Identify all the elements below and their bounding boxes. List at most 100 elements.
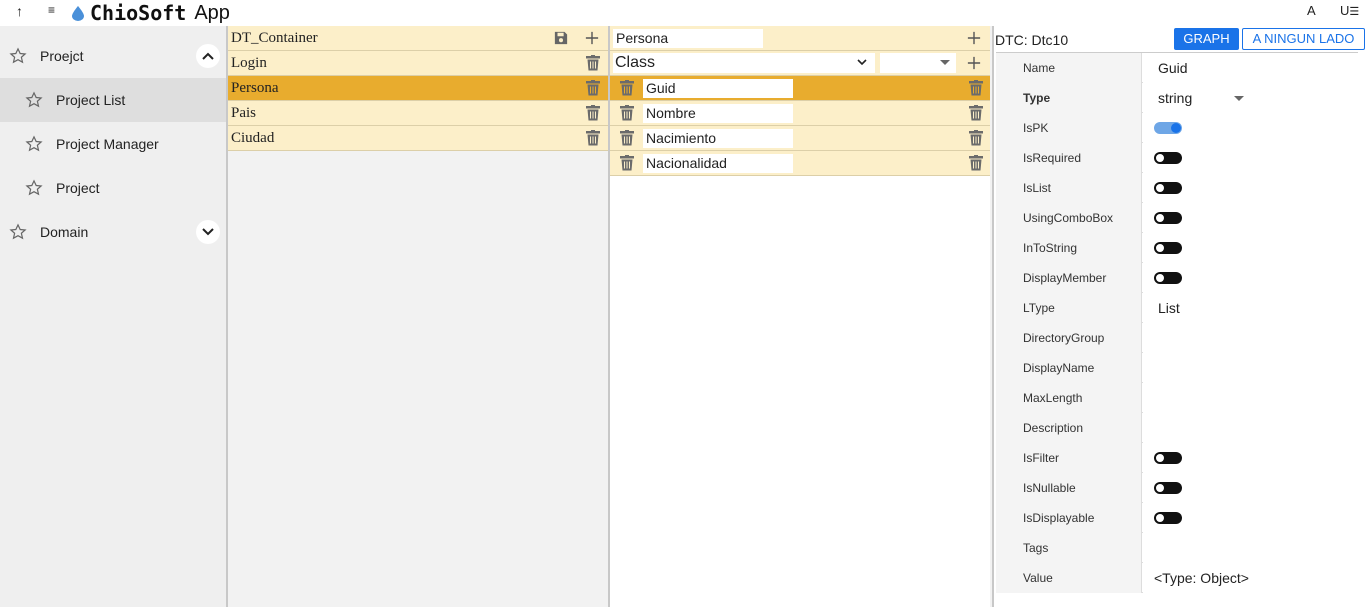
trash-icon[interactable] [620, 130, 634, 146]
prop-row-type: Type string [996, 83, 1358, 113]
field-row-selected[interactable]: Guid [610, 76, 990, 101]
prop-row-isrequired: IsRequired [996, 143, 1358, 173]
kind-select[interactable]: Class [613, 53, 875, 73]
sidebar-item-label: Project Manager [56, 136, 159, 152]
star-icon [25, 135, 43, 152]
chevron-down-icon[interactable] [196, 220, 220, 244]
toggle-switch[interactable] [1154, 452, 1182, 464]
trash-icon[interactable] [969, 155, 983, 171]
field-row[interactable]: Nombre [610, 101, 990, 126]
toggle-switch[interactable] [1154, 512, 1182, 524]
chevron-up-icon[interactable] [196, 44, 220, 68]
prop-value-input[interactable] [1143, 533, 1358, 563]
field-name-input[interactable]: Nombre [643, 104, 793, 123]
sidebar-item-domain[interactable]: Domain [0, 210, 226, 254]
trash-icon[interactable] [969, 105, 983, 121]
toggle-switch[interactable] [1154, 122, 1182, 134]
add-icon[interactable] [967, 55, 981, 71]
prop-value-input[interactable] [1143, 413, 1358, 443]
prop-key: InToString [996, 233, 1142, 263]
containers-panel: DT_Container Login Persona Pais Ciudad [226, 26, 608, 607]
prop-value-input[interactable]: <Type: Object> [1143, 563, 1358, 593]
add-icon[interactable] [967, 30, 981, 46]
trash-icon[interactable] [620, 105, 634, 121]
font-size-button[interactable]: A [1307, 3, 1316, 18]
user-button[interactable]: U☰ [1340, 3, 1359, 18]
droplet-icon [72, 5, 84, 21]
trash-icon[interactable] [586, 55, 600, 71]
panel-title: DT_Container [231, 30, 318, 46]
members-panel: Persona Class Guid Nombre Nacimiento Nac… [608, 26, 992, 607]
toggle-switch[interactable] [1154, 482, 1182, 494]
sidebar-item-label: Project List [56, 92, 126, 108]
prop-type-select[interactable]: string [1143, 83, 1358, 113]
field-name-input[interactable]: Guid [643, 79, 793, 98]
prop-row-directorygroup: DirectoryGroup [996, 323, 1358, 353]
prop-row-ispk: IsPK [996, 113, 1358, 143]
toggle-switch[interactable] [1154, 152, 1182, 164]
trash-icon[interactable] [969, 80, 983, 96]
side-button[interactable]: A NINGUN LADO [1242, 28, 1365, 50]
prop-row-value: Value <Type: Object> [996, 563, 1358, 593]
prop-key: Name [996, 53, 1142, 83]
field-name-input[interactable]: Nacimiento [643, 129, 793, 148]
prop-row-intostring: InToString [996, 233, 1358, 263]
prop-row-usingcombobox: UsingComboBox [996, 203, 1358, 233]
prop-value-input[interactable] [1143, 323, 1358, 353]
sidebar-item-project-group[interactable]: Proejct [0, 34, 226, 78]
save-icon[interactable] [554, 30, 568, 46]
field-row[interactable]: Nacimiento [610, 126, 990, 151]
prop-value-input[interactable] [1143, 353, 1358, 383]
kind-select-value: Class [615, 54, 656, 71]
kind-row: Class [610, 51, 990, 76]
top-bar: ↑ ≡ ChioSoft App A U☰ [0, 0, 1366, 26]
toggle-switch[interactable] [1154, 272, 1182, 284]
star-icon [9, 47, 27, 64]
caret-down-icon [1234, 96, 1244, 101]
hamburger-icon[interactable]: ≡ [48, 3, 55, 17]
toggle-switch[interactable] [1154, 212, 1182, 224]
prop-value-input[interactable] [1143, 383, 1358, 413]
prop-ltype-value[interactable]: List [1143, 293, 1358, 323]
prop-row-tags: Tags [996, 533, 1358, 563]
prop-key: DisplayMember [996, 263, 1142, 293]
trash-icon[interactable] [620, 80, 634, 96]
add-icon[interactable] [585, 30, 599, 46]
field-row[interactable]: Nacionalidad [610, 151, 990, 176]
trash-icon[interactable] [586, 130, 600, 146]
list-item[interactable]: Ciudad [228, 126, 608, 151]
trash-icon[interactable] [586, 105, 600, 121]
arrow-up-icon[interactable]: ↑ [16, 3, 23, 19]
prop-row-displaymember: DisplayMember [996, 263, 1358, 293]
list-item[interactable]: Login [228, 51, 608, 76]
trash-icon[interactable] [969, 130, 983, 146]
field-name-input[interactable]: Nacionalidad [643, 154, 793, 173]
graph-button[interactable]: GRAPH [1174, 28, 1239, 50]
members-header: Persona [610, 26, 990, 51]
sidebar-item-project-list[interactable]: Project List [0, 78, 226, 122]
toggle-switch[interactable] [1154, 242, 1182, 254]
prop-key: Value [996, 563, 1142, 593]
list-item[interactable]: Pais [228, 101, 608, 126]
entity-name-input[interactable]: Persona [613, 29, 763, 48]
sidebar-item-label: Project [56, 180, 100, 196]
prop-key: IsList [996, 173, 1142, 203]
sidebar-item-project-manager[interactable]: Project Manager [0, 122, 226, 166]
prop-row-isnullable: IsNullable [996, 473, 1358, 503]
prop-name-input[interactable]: Guid [1143, 53, 1358, 83]
prop-key: MaxLength [996, 383, 1142, 413]
caret-down-icon [940, 60, 950, 65]
type-select[interactable] [880, 53, 956, 73]
sidebar-item-project[interactable]: Project [0, 166, 226, 210]
prop-row-isfilter: IsFilter [996, 443, 1358, 473]
chevron-down-icon [857, 59, 867, 66]
list-item-selected[interactable]: Persona [228, 76, 608, 101]
prop-key: IsDisplayable [996, 503, 1142, 533]
brand-name: ChioSoft [90, 1, 187, 25]
toggle-switch[interactable] [1154, 182, 1182, 194]
properties-panel: DTC: Dtc10 GRAPH A NINGUN LADO Name Guid … [992, 26, 1366, 607]
trash-icon[interactable] [586, 80, 600, 96]
prop-key: DisplayName [996, 353, 1142, 383]
trash-icon[interactable] [620, 155, 634, 171]
containers-header: DT_Container [228, 26, 608, 51]
